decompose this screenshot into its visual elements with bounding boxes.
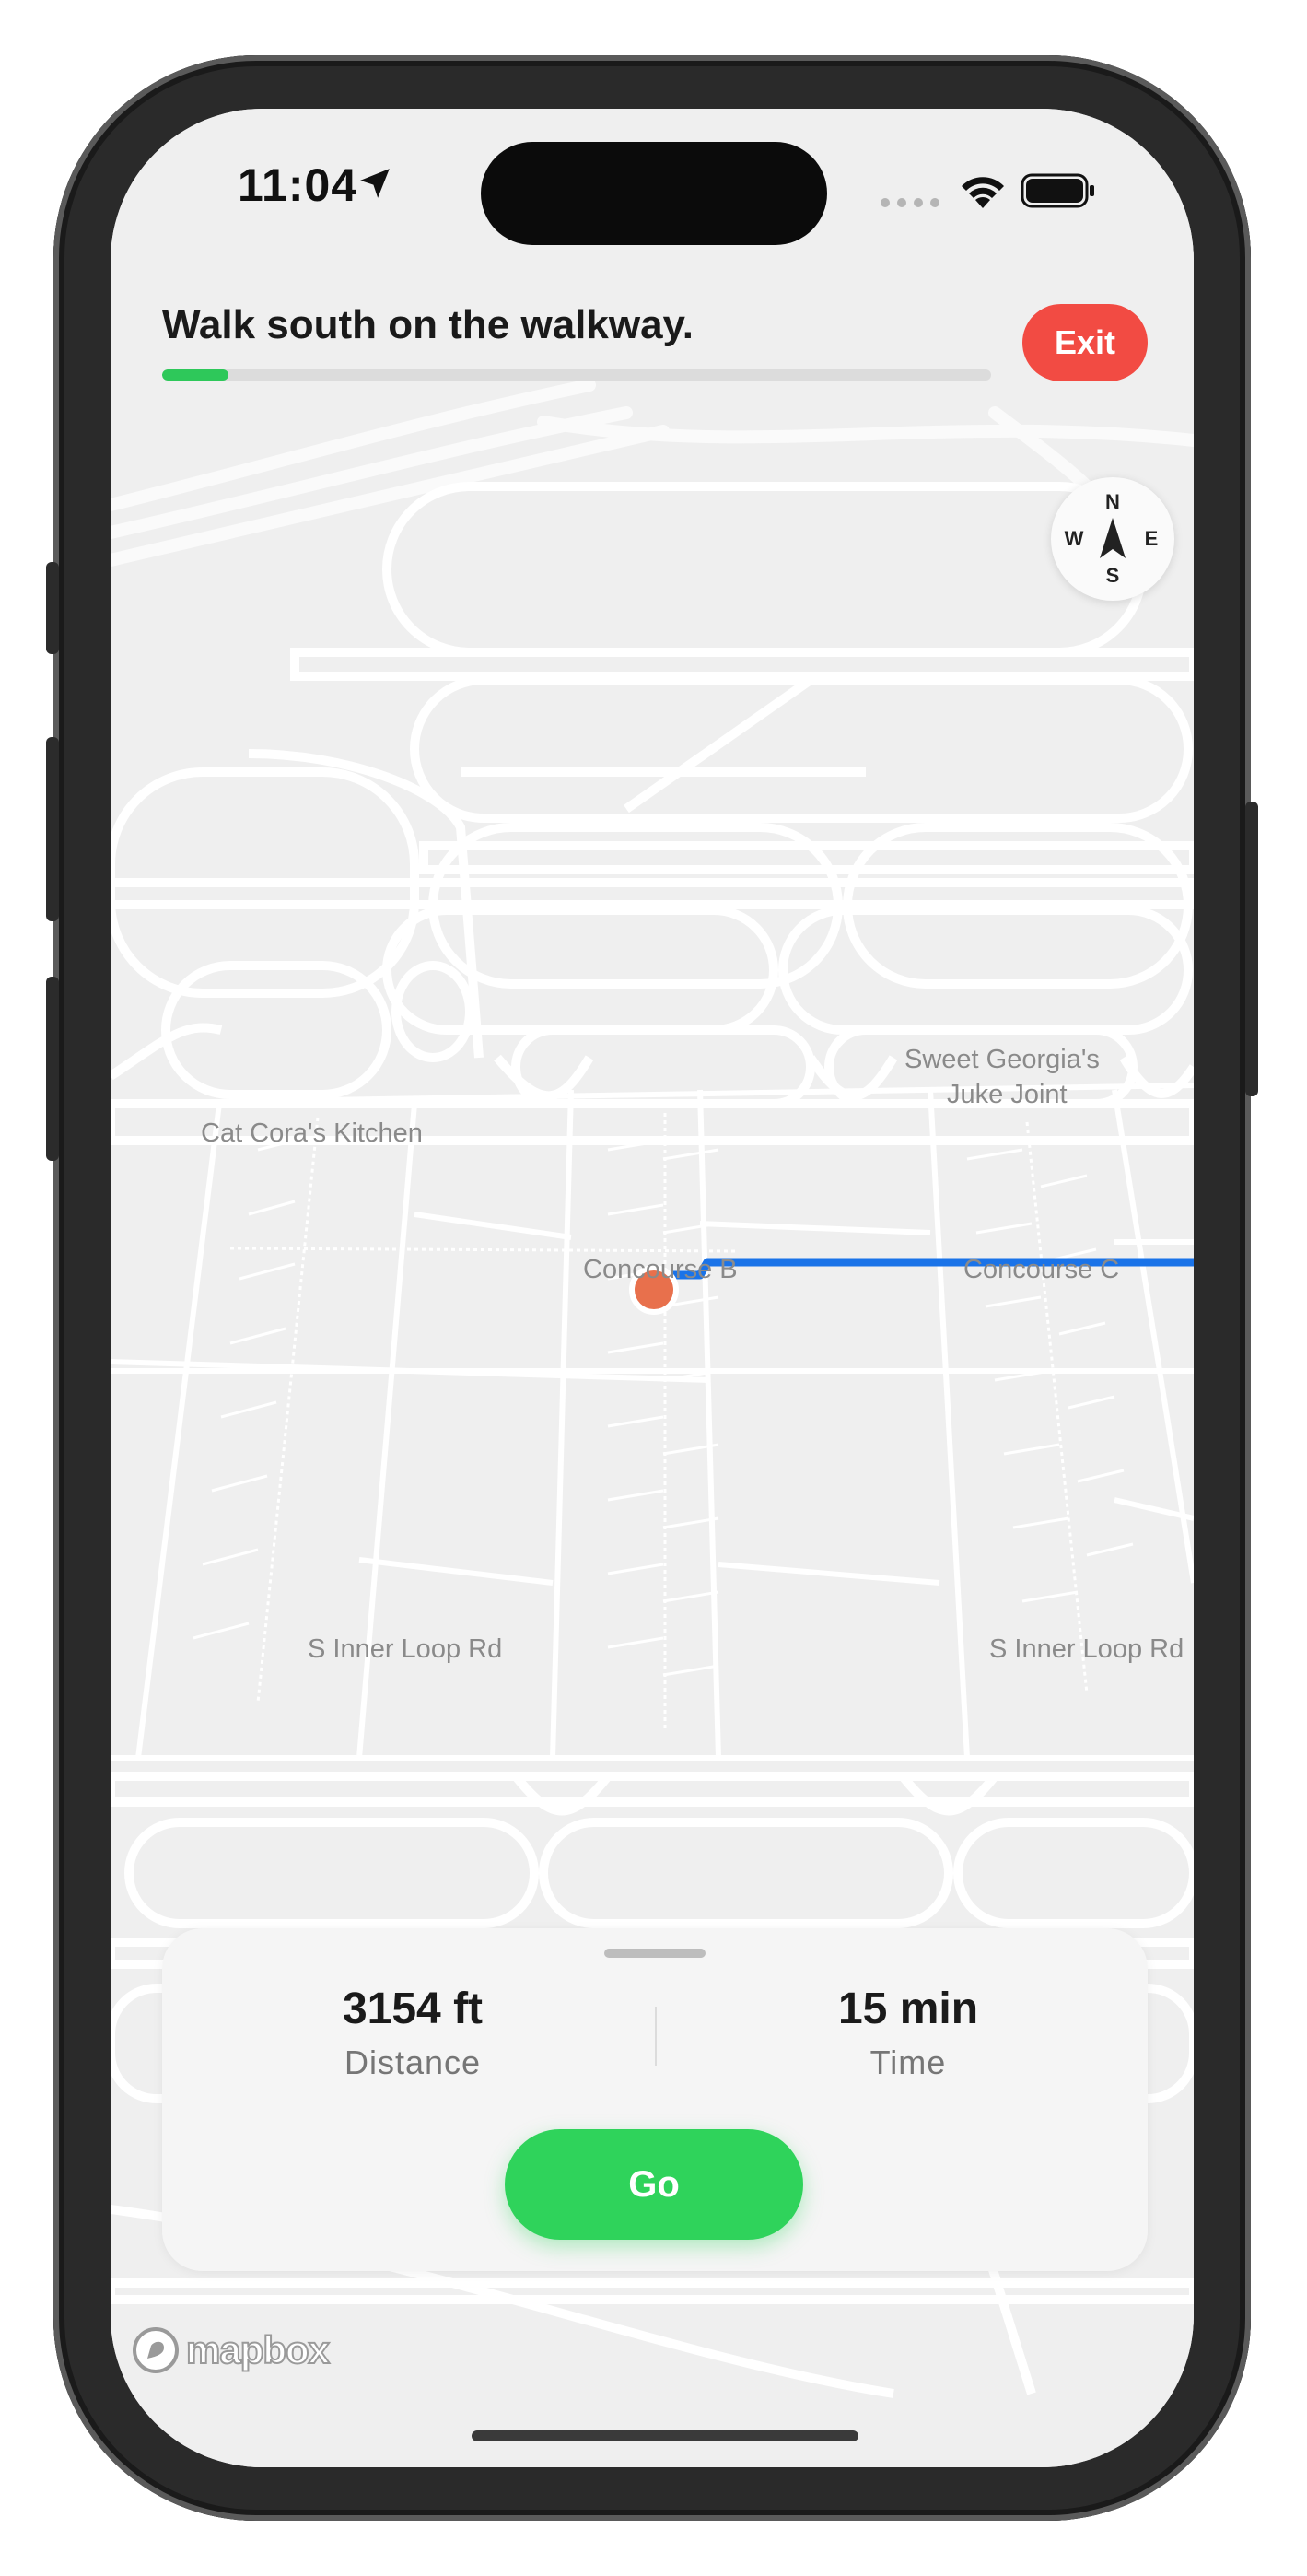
map-label-concourse-c: Concourse C <box>963 1255 1120 1284</box>
go-button[interactable]: Go <box>505 2129 803 2240</box>
exit-button[interactable]: Exit <box>1022 304 1148 381</box>
map-label-sweet-georgias: Sweet Georgia's <box>904 1045 1100 1074</box>
status-time: 11:04 <box>238 159 358 211</box>
distance-value: 3154 ft <box>342 1985 484 2033</box>
time-label: Time <box>869 2043 947 2081</box>
distance-label: Distance <box>344 2043 482 2081</box>
sheet-grabber[interactable] <box>604 1949 706 1958</box>
route-progress-fill <box>162 369 228 381</box>
power-button <box>1245 802 1258 1096</box>
compass-button[interactable]: N S W E <box>1051 477 1174 601</box>
phone-screen: Sweet Georgia's Juke Joint Cat Cora's Ki… <box>111 109 1194 2467</box>
map-label-cat-coras-kitchen: Cat Cora's Kitchen <box>201 1118 423 1148</box>
stat-divider <box>655 2007 657 2066</box>
volume-down-button <box>46 977 59 1161</box>
battery-full-icon <box>1021 173 1094 208</box>
wifi-icon <box>962 177 1004 208</box>
compass-north-label: N <box>1105 490 1120 513</box>
volume-up-button <box>46 737 59 921</box>
route-progress-bar <box>162 369 991 381</box>
action-button <box>46 562 59 654</box>
dynamic-island <box>481 142 827 245</box>
compass-needle-icon <box>1100 518 1126 558</box>
map-label-s-inner-loop-rd-right: S Inner Loop Rd <box>989 1634 1184 1664</box>
status-bar: 11:04 <box>111 109 1194 247</box>
compass-west-label: W <box>1064 527 1084 550</box>
compass-south-label: S <box>1105 564 1120 587</box>
navigation-instruction: Walk south on the walkway. <box>162 302 694 347</box>
time-stat: 15 min Time <box>724 1984 1092 2082</box>
mapbox-attribution[interactable]: mapbox <box>131 2324 331 2376</box>
location-arrow-icon <box>360 169 390 198</box>
mapbox-logo-icon <box>133 2327 179 2373</box>
map-label-s-inner-loop-rd-left: S Inner Loop Rd <box>308 1634 503 1664</box>
cellular-dots-icon <box>881 198 939 207</box>
map-label-concourse-b: Concourse B <box>583 1255 738 1284</box>
route-summary-card: 3154 ft Distance 15 min Time Go <box>162 1928 1148 2271</box>
home-indicator[interactable] <box>472 2430 858 2441</box>
compass-east-label: E <box>1144 527 1159 550</box>
time-value: 15 min <box>837 1985 979 2033</box>
mapbox-wordmark: mapbox <box>185 2327 331 2372</box>
distance-stat: 3154 ft Distance <box>228 1984 597 2082</box>
map-label-juke-joint: Juke Joint <box>947 1080 1068 1109</box>
